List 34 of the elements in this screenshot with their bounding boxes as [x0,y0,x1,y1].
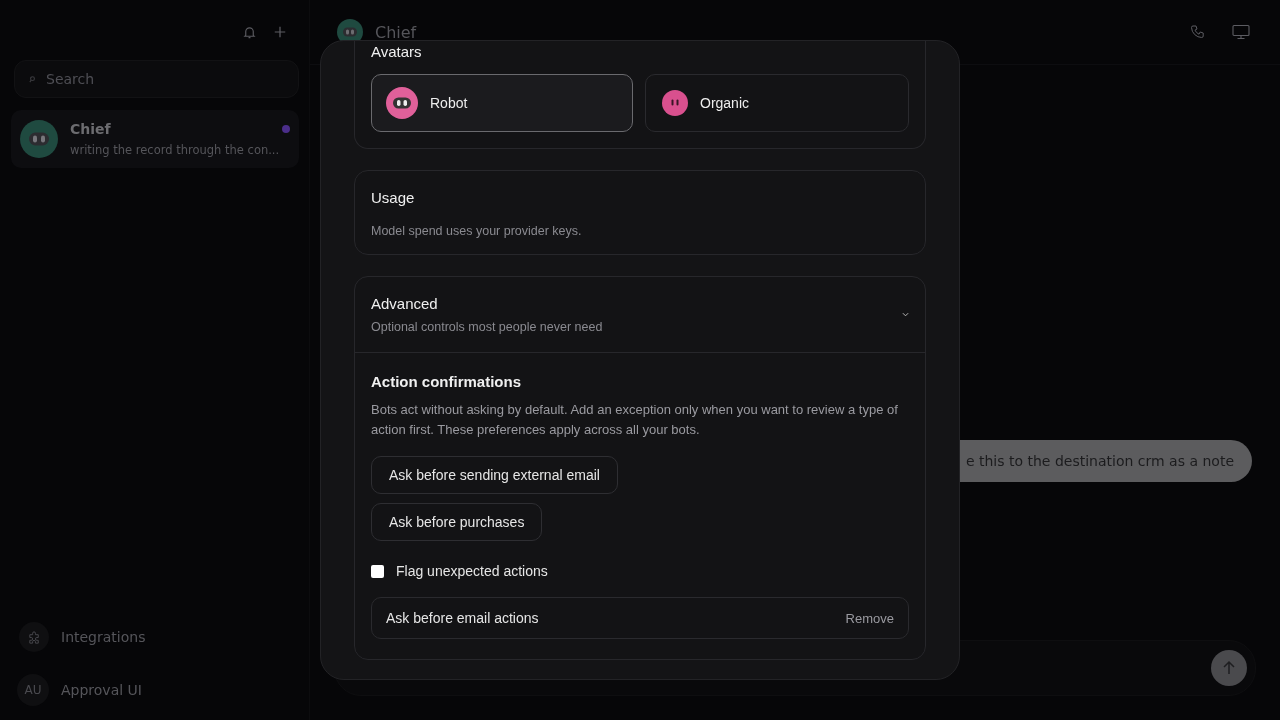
robot-avatar-icon [386,87,418,119]
suggestion-chip[interactable]: Ask before sending external email [371,456,618,494]
search-field[interactable]: Search [14,60,299,98]
avatar-option[interactable]: Robot [371,74,633,132]
robot-avatar-icon [20,120,58,158]
advanced-toggle[interactable]: Advanced Optional controls most people never need [355,277,925,353]
section-heading: Action confirmations [371,373,522,390]
plus-icon[interactable] [273,25,287,39]
search-icon [29,76,36,83]
section-subtitle: Optional controls most people never need [371,320,603,334]
section-title: Usage [371,189,416,206]
send-button[interactable] [1211,650,1247,686]
puzzle-icon[interactable] [19,622,49,652]
checkbox[interactable] [371,564,384,578]
remove-button[interactable]: Remove [845,610,894,626]
chat-item[interactable]: Chief writing the record through the con... [11,110,299,168]
section-description: Bots act without asking by default. Add an exception only when you want to review a type of action first. These preferences apply across all your bots. [371,401,899,439]
rule-label: Ask before email actions [386,610,539,626]
chevron-icon [902,312,909,317]
face-avatar-icon [662,90,688,116]
user-name: Approval UI [61,682,142,698]
avatar-option[interactable]: Organic [645,74,909,132]
chat-preview: writing the record through the con... [70,143,281,157]
monitor-icon[interactable] [1232,24,1250,40]
phone-icon[interactable] [1190,24,1206,40]
section-title: Avatars [371,43,423,60]
suggestion-chip[interactable]: Ask before purchases [371,503,543,541]
chat-name: Chief [70,121,111,137]
section-title: Advanced [371,295,439,312]
usage-description: Model spend uses your provider keys. [371,224,583,238]
bell-icon[interactable] [242,24,257,40]
chat-title: Chief [375,22,417,42]
checkbox-label: Flag unexpected actions [396,563,548,579]
arrow-up-icon [1221,660,1237,676]
